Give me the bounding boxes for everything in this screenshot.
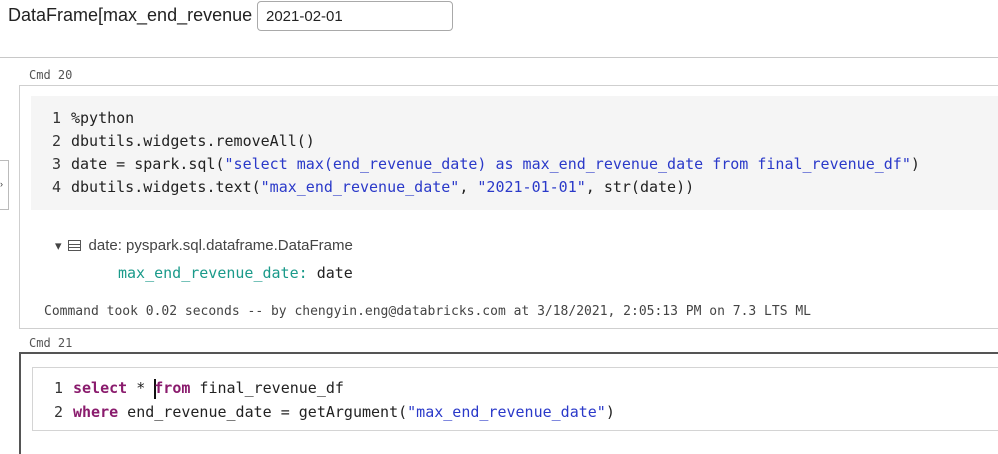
code-line[interactable]: 4 dbutils.widgets.text("max_end_revenue_d…	[31, 175, 694, 199]
line-number: 2	[51, 132, 61, 150]
code-editor-cmd-21[interactable]: 1 select * from final_revenue_df 2 where en…	[32, 367, 998, 431]
notebook-view: DataFrame[max_end_revenue Cmd 20 1 %pytho…	[0, 0, 998, 454]
code-token: "max_end_revenue_date"	[407, 403, 606, 421]
chevron-right-icon: ›	[0, 179, 3, 189]
side-collapse-toggle[interactable]: ›	[0, 160, 9, 210]
command-took-text: Command took 0.02 seconds -- by chengyin…	[44, 304, 812, 319]
code-line[interactable]: 2 dbutils.widgets.removeAll()	[31, 129, 315, 153]
code-line[interactable]: 3 date = spark.sql("select max(end_revenu…	[31, 152, 920, 176]
cell-cmd-21[interactable]: 1 select * from final_revenue_df 2 where en…	[19, 352, 998, 454]
widget-divider	[0, 57, 998, 58]
code-token: date = spark.sql(	[71, 155, 225, 173]
table-icon	[67, 240, 81, 251]
cell-cmd-20[interactable]: 1 %python 2 dbutils.widgets.removeAll() 3 dat…	[19, 85, 998, 329]
code-token: "max_end_revenue_date"	[260, 178, 460, 196]
line-number: 1	[51, 109, 61, 127]
code-token: dbutils.widgets.removeAll()	[71, 132, 315, 150]
line-number: 2	[53, 403, 63, 421]
code-token: final_revenue_df	[190, 379, 344, 397]
code-editor-cmd-20[interactable]: 1 %python 2 dbutils.widgets.removeAll() 3 dat…	[31, 96, 998, 210]
code-token: where	[73, 403, 119, 421]
widget-bar: DataFrame[max_end_revenue	[0, 0, 998, 40]
code-token: )	[910, 155, 920, 173]
line-number: 3	[51, 155, 61, 173]
code-token: select	[73, 379, 128, 397]
cmd-20-label: Cmd 20	[29, 68, 73, 82]
code-token: )	[605, 403, 615, 421]
schema-row: max_end_revenue_date: date	[118, 264, 353, 282]
line-number: 4	[51, 178, 61, 196]
triangle-down-icon[interactable]: ▾	[55, 238, 62, 253]
code-token: from	[154, 379, 191, 397]
code-token: end_revenue_date = getArgument(	[118, 403, 408, 421]
result-row: ▾ date: pyspark.sql.dataframe.DataFrame	[55, 237, 353, 254]
code-line[interactable]: 1 %python	[31, 106, 134, 130]
widget-label: DataFrame[max_end_revenue	[8, 5, 253, 25]
code-line[interactable]: 1 select * from final_revenue_df	[33, 376, 344, 400]
code-token: *	[127, 379, 155, 397]
code-line[interactable]: 2 where end_revenue_date = getArgument("m…	[33, 400, 615, 424]
line-number: 1	[53, 379, 63, 397]
code-token: ,	[459, 178, 478, 196]
code-token: dbutils.widgets.text(	[71, 178, 261, 196]
code-token: "select max(end_revenue_date) as max_end…	[224, 155, 911, 173]
code-token: "2021-01-01"	[477, 178, 586, 196]
cmd-21-label: Cmd 21	[29, 336, 73, 350]
schema-field: max_end_revenue_date:	[118, 264, 308, 282]
result-text: date: pyspark.sql.dataframe.DataFrame	[88, 237, 353, 254]
code-token: %python	[71, 109, 135, 127]
schema-type: date	[316, 264, 353, 282]
widget-text-input[interactable]	[257, 1, 453, 31]
code-token: , str(date))	[585, 178, 695, 196]
